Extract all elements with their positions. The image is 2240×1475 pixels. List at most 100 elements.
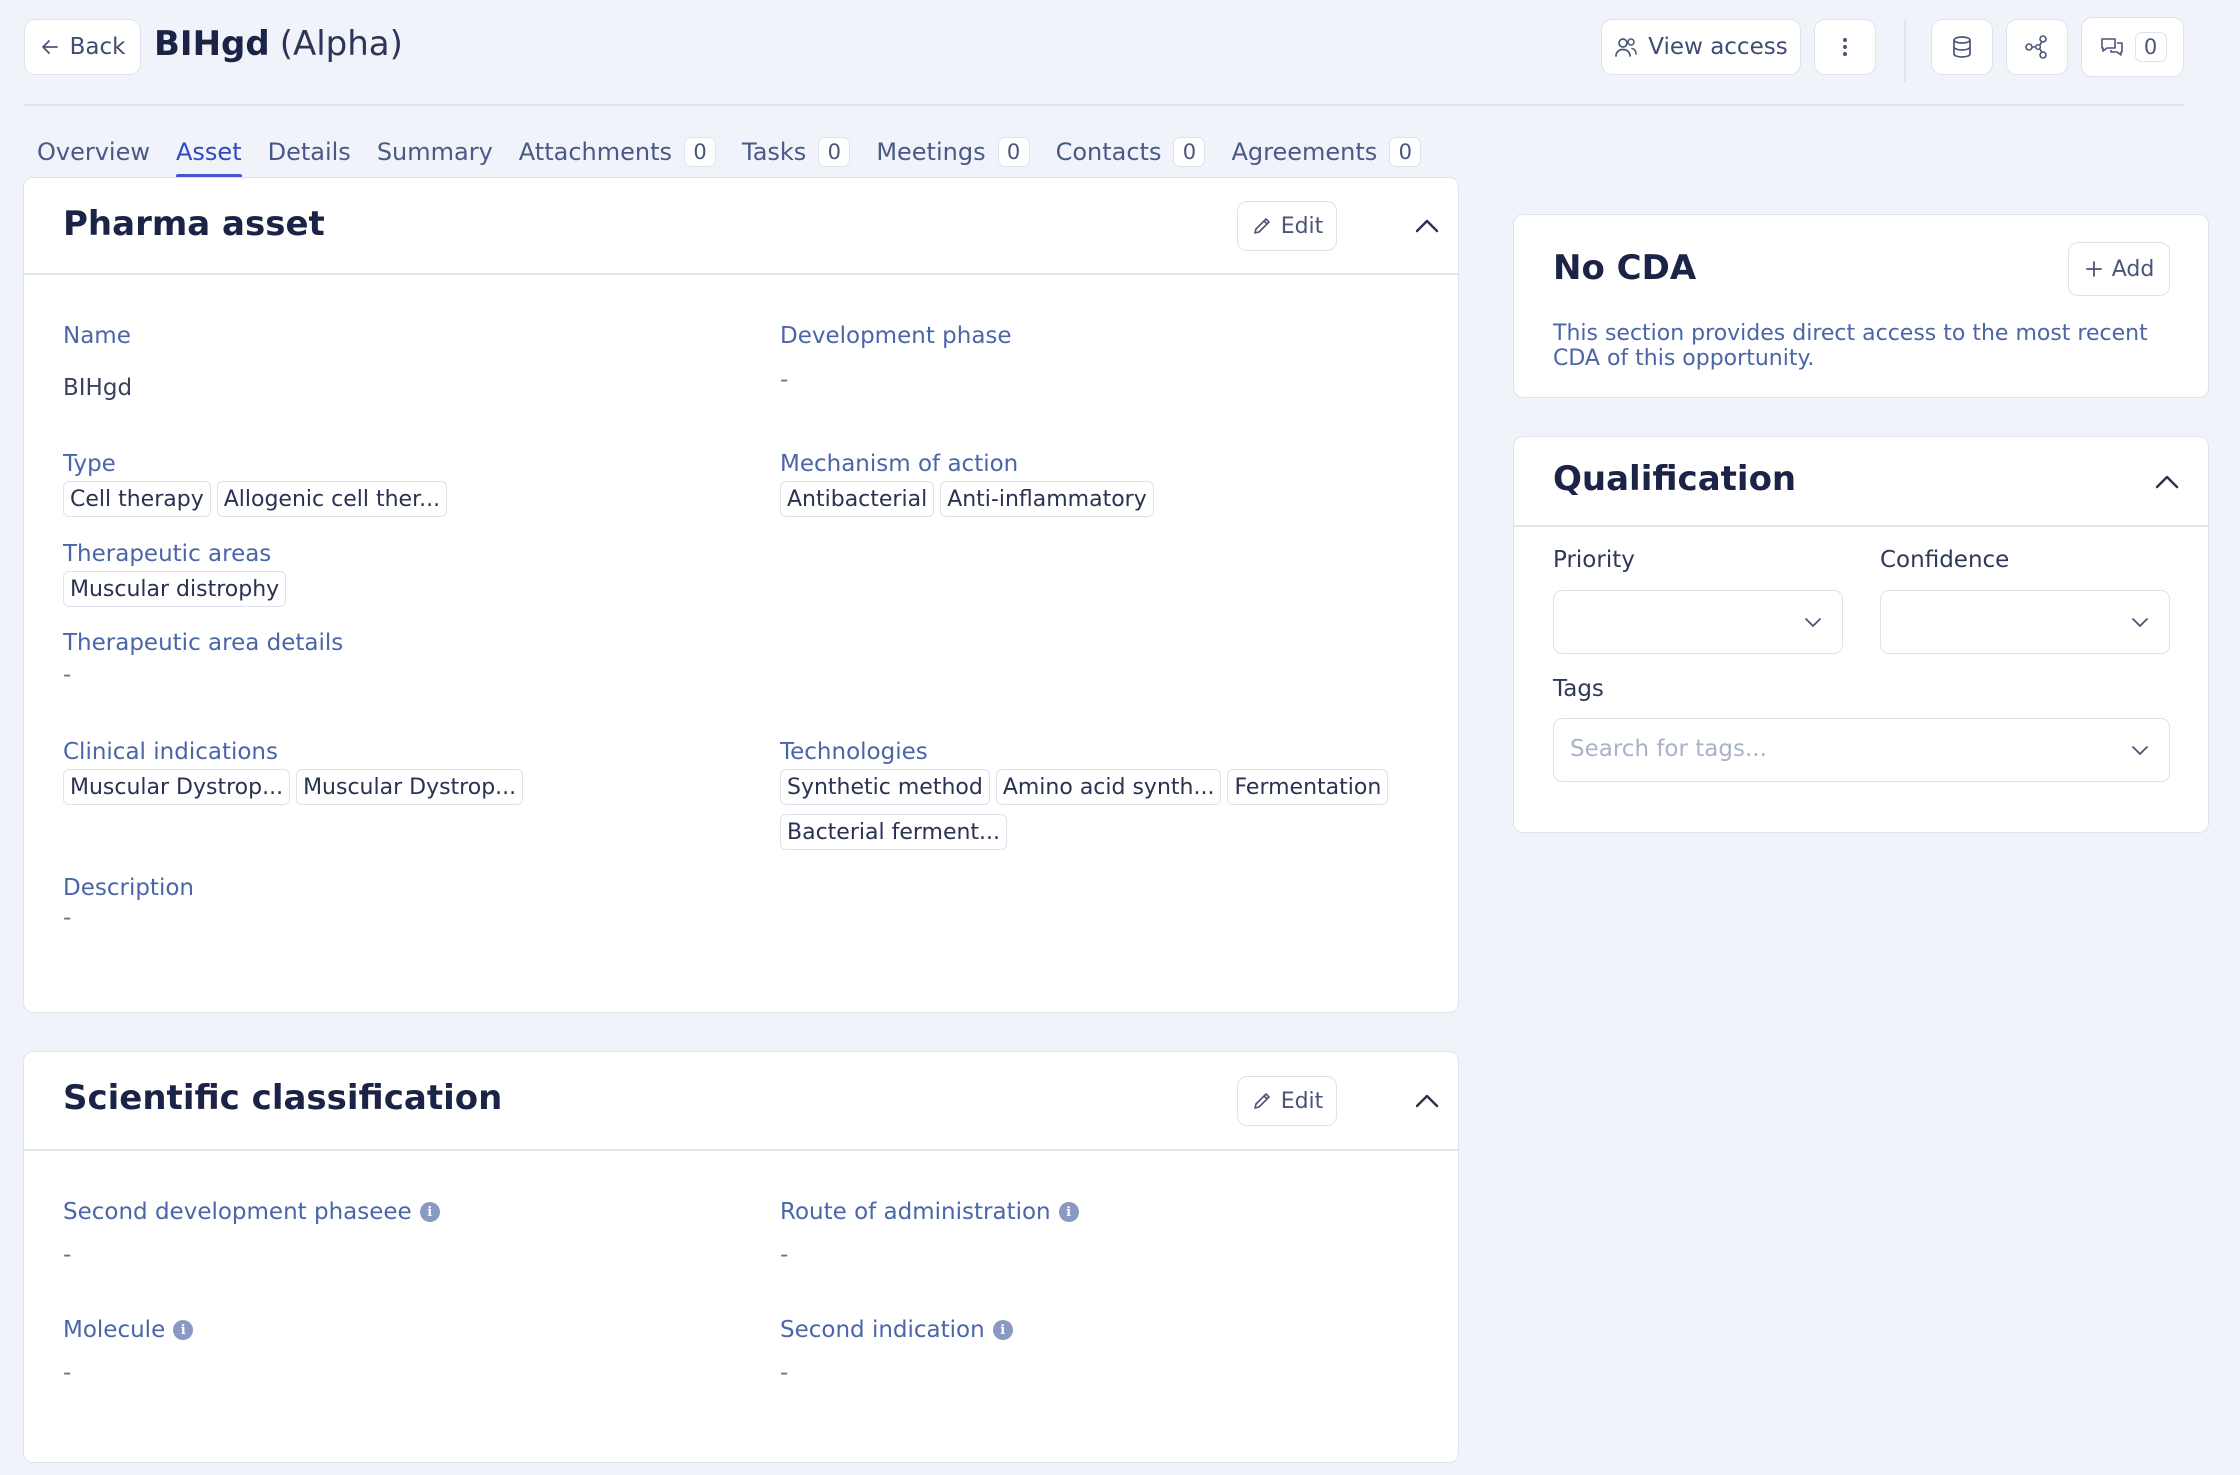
scientific-classification-card: Scientific classification Edit Second de… <box>23 1051 1459 1463</box>
tab-count: 0 <box>1173 137 1206 167</box>
tab-label: Agreements <box>1231 138 1378 166</box>
cda-description: This section provides direct access to t… <box>1553 321 2148 371</box>
card-header-divider <box>1514 525 2208 527</box>
clinical-indication-chip: Muscular Dystrop... <box>296 769 524 805</box>
development-phase-value: - <box>780 367 789 393</box>
add-label: Add <box>2111 256 2155 282</box>
collapse-chevron-up-icon[interactable] <box>2152 467 2182 497</box>
second-indication-value: - <box>780 1360 789 1386</box>
mechanism-chips: Antibacterial Anti-inflammatory <box>780 481 1154 517</box>
tab-label: Asset <box>176 138 242 166</box>
clinical-indications-chips: Muscular Dystrop... Muscular Dystrop... <box>63 769 524 805</box>
tab-asset[interactable]: Asset <box>176 132 242 178</box>
technologies-label: Technologies <box>780 739 928 765</box>
share-button[interactable] <box>2006 19 2068 75</box>
arrow-left-icon <box>41 40 58 54</box>
info-icon[interactable]: i <box>1058 1202 1079 1222</box>
molecule-value: - <box>63 1360 72 1386</box>
cda-title: No CDA <box>1553 248 1697 288</box>
molecule-label-text: Molecule <box>63 1317 166 1343</box>
scientific-edit-button[interactable]: Edit <box>1237 1076 1337 1126</box>
qualification-card: Qualification Priority Confidence Tags S… <box>1513 436 2209 833</box>
comments-icon <box>2100 38 2123 56</box>
type-chips: Cell therapy Allogenic cell ther... <box>63 481 448 517</box>
tab-count: 0 <box>997 137 1030 167</box>
type-chip: Cell therapy <box>63 481 211 517</box>
tab-count: 0 <box>818 137 851 167</box>
tags-label: Tags <box>1553 676 1604 702</box>
edit-label: Edit <box>1280 213 1324 239</box>
priority-label: Priority <box>1553 547 1635 573</box>
mechanism-chip: Antibacterial <box>780 481 935 517</box>
therapeutic-areas-label: Therapeutic areas <box>63 541 272 567</box>
route-label: Route of administration i <box>780 1199 1079 1225</box>
development-phase-label: Development phase <box>780 323 1012 349</box>
pharma-asset-card: Pharma asset Edit Name BIHgd Type Cell t… <box>23 177 1459 1013</box>
pencil-icon <box>1253 218 1270 234</box>
second-phase-value: - <box>63 1242 72 1268</box>
comments-button[interactable]: 0 <box>2081 17 2184 77</box>
technology-chip: Bacterial ferment... <box>780 814 1008 850</box>
second-indication-label-text: Second indication <box>780 1317 985 1343</box>
tags-select[interactable]: Search for tags... <box>1553 718 2170 782</box>
therapeutic-areas-chips: Muscular distrophy <box>63 571 287 607</box>
priority-select[interactable] <box>1553 590 1843 654</box>
pharma-asset-edit-button[interactable]: Edit <box>1237 201 1337 251</box>
header-separator <box>1904 20 1906 82</box>
more-vertical-icon <box>1843 38 1847 56</box>
tab-meetings[interactable]: Meetings 0 <box>876 132 1030 172</box>
cda-card: No CDA Add This section provides direct … <box>1513 214 2209 398</box>
confidence-select[interactable] <box>1880 590 2170 654</box>
description-value: - <box>63 905 72 931</box>
description-label: Description <box>63 875 194 901</box>
chevron-down-icon <box>2132 618 2148 627</box>
mechanism-label: Mechanism of action <box>780 451 1019 477</box>
info-icon[interactable]: i <box>419 1202 440 1222</box>
tab-summary[interactable]: Summary <box>377 132 493 172</box>
database-icon <box>1953 36 1971 58</box>
more-options-button[interactable] <box>1814 19 1876 75</box>
view-access-button[interactable]: View access <box>1601 19 1801 75</box>
users-icon <box>1615 38 1638 57</box>
molecule-label: Molecule i <box>63 1317 194 1343</box>
info-icon[interactable]: i <box>992 1320 1013 1340</box>
tab-label: Overview <box>37 138 150 166</box>
tab-tasks[interactable]: Tasks 0 <box>742 132 851 172</box>
tab-details[interactable]: Details <box>268 132 351 172</box>
route-value: - <box>780 1242 789 1268</box>
scientific-classification-title: Scientific classification <box>63 1078 503 1118</box>
therapeutic-area-details-label: Therapeutic area details <box>63 630 344 656</box>
pencil-icon <box>1253 1093 1270 1109</box>
therapeutic-area-chip: Muscular distrophy <box>63 571 287 607</box>
tab-agreements[interactable]: Agreements 0 <box>1231 132 1422 172</box>
second-indication-label: Second indication i <box>780 1317 1013 1343</box>
type-chip: Allogenic cell ther... <box>216 481 448 517</box>
name-label: Name <box>63 323 131 349</box>
page-title: BIHgd (Alpha) <box>154 24 403 64</box>
tab-label: Meetings <box>876 138 986 166</box>
add-cda-button[interactable]: Add <box>2068 242 2170 296</box>
header-divider <box>24 104 2184 106</box>
tab-contacts[interactable]: Contacts 0 <box>1056 132 1206 172</box>
tab-count: 0 <box>684 137 716 167</box>
tab-label: Attachments <box>518 138 672 166</box>
therapeutic-area-details-value: - <box>63 662 72 688</box>
clinical-indication-chip: Muscular Dystrop... <box>63 769 291 805</box>
chevron-down-icon <box>1805 618 1821 627</box>
tab-overview[interactable]: Overview <box>37 132 150 172</box>
tab-count: 0 <box>1389 137 1422 167</box>
tab-attachments[interactable]: Attachments 0 <box>519 132 716 172</box>
back-button[interactable]: Back <box>24 19 141 75</box>
confidence-label: Confidence <box>1880 547 2010 573</box>
chevron-down-icon <box>2132 746 2148 755</box>
database-button[interactable] <box>1931 19 1993 75</box>
page-title-name: BIHgd <box>154 24 270 64</box>
card-header-divider <box>24 273 1458 275</box>
second-phase-label-text: Second development phaseee <box>63 1199 412 1225</box>
collapse-chevron-up-icon[interactable] <box>1412 211 1442 241</box>
info-icon[interactable]: i <box>173 1320 194 1340</box>
card-header-divider <box>24 1149 1458 1151</box>
tab-label: Tasks <box>742 138 807 166</box>
type-label: Type <box>63 451 116 477</box>
collapse-chevron-up-icon[interactable] <box>1412 1086 1442 1116</box>
